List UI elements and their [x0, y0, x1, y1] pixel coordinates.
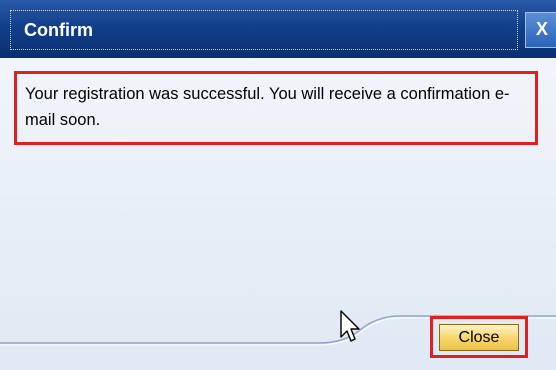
close-button-highlight: Close — [430, 316, 528, 358]
dialog-title: Confirm — [24, 20, 93, 40]
dialog-title-bar: Confirm X — [0, 0, 556, 58]
close-icon[interactable]: X — [525, 12, 556, 48]
confirm-dialog: Confirm X Your registration was successf… — [0, 0, 556, 370]
close-button[interactable]: Close — [439, 324, 519, 351]
message-text: Your registration was successful. You wi… — [14, 71, 538, 145]
arrow-cursor-icon — [340, 310, 360, 342]
